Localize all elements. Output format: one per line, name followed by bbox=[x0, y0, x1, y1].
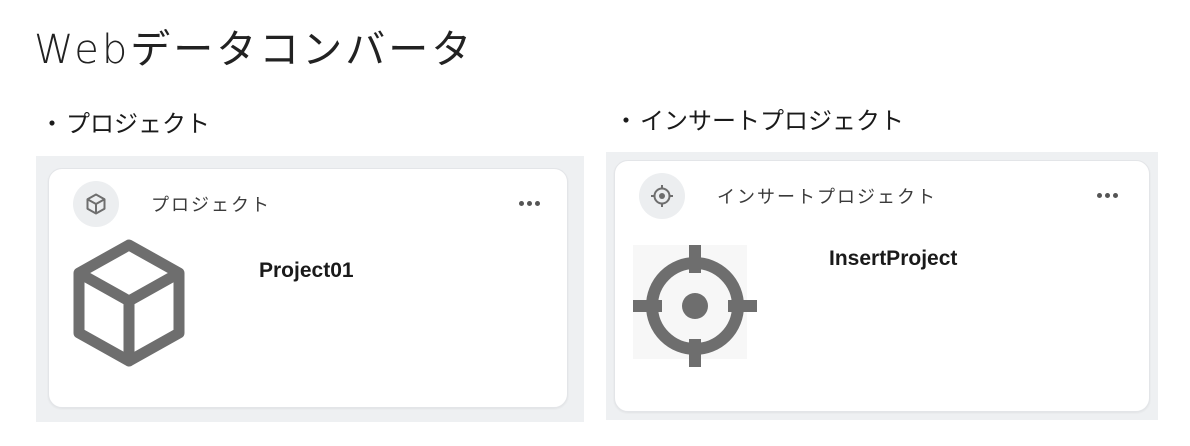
crosshair-icon bbox=[651, 185, 673, 207]
section-heading-project: ・プロジェクト bbox=[40, 110, 210, 139]
card-type-label: プロジェクト bbox=[151, 195, 271, 216]
cube-icon bbox=[86, 193, 106, 215]
more-horizontal-icon bbox=[1096, 192, 1102, 198]
project-card[interactable]: プロジェクト Project01 bbox=[48, 168, 568, 408]
more-horizontal-icon bbox=[518, 200, 524, 206]
section-heading-insert-project: ・インサートプロジェクト bbox=[614, 107, 904, 136]
section-heading-label: プロジェクト bbox=[66, 110, 210, 138]
section-heading-label: インサートプロジェクト bbox=[640, 107, 904, 135]
insert-project-panel: インサートプロジェクト InsertProject bbox=[606, 152, 1158, 420]
more-options-button[interactable] bbox=[1087, 175, 1127, 215]
avatar bbox=[639, 173, 685, 219]
more-options-button[interactable] bbox=[509, 183, 549, 223]
cube-icon bbox=[73, 239, 185, 367]
project-panel: プロジェクト Project01 bbox=[36, 156, 584, 422]
insert-project-title[interactable]: InsertProject bbox=[829, 247, 957, 271]
card-type-label: インサートプロジェクト bbox=[717, 187, 937, 208]
project-title[interactable]: Project01 bbox=[259, 259, 354, 283]
page-title: Webデータコンバータ bbox=[34, 27, 475, 73]
card-header: インサートプロジェクト bbox=[639, 173, 937, 219]
bullet: ・ bbox=[40, 110, 64, 138]
card-header: プロジェクト bbox=[73, 181, 271, 227]
avatar bbox=[73, 181, 119, 227]
bullet: ・ bbox=[614, 107, 638, 135]
crosshair-icon bbox=[633, 245, 757, 367]
insert-project-card[interactable]: インサートプロジェクト InsertProject bbox=[614, 160, 1150, 412]
